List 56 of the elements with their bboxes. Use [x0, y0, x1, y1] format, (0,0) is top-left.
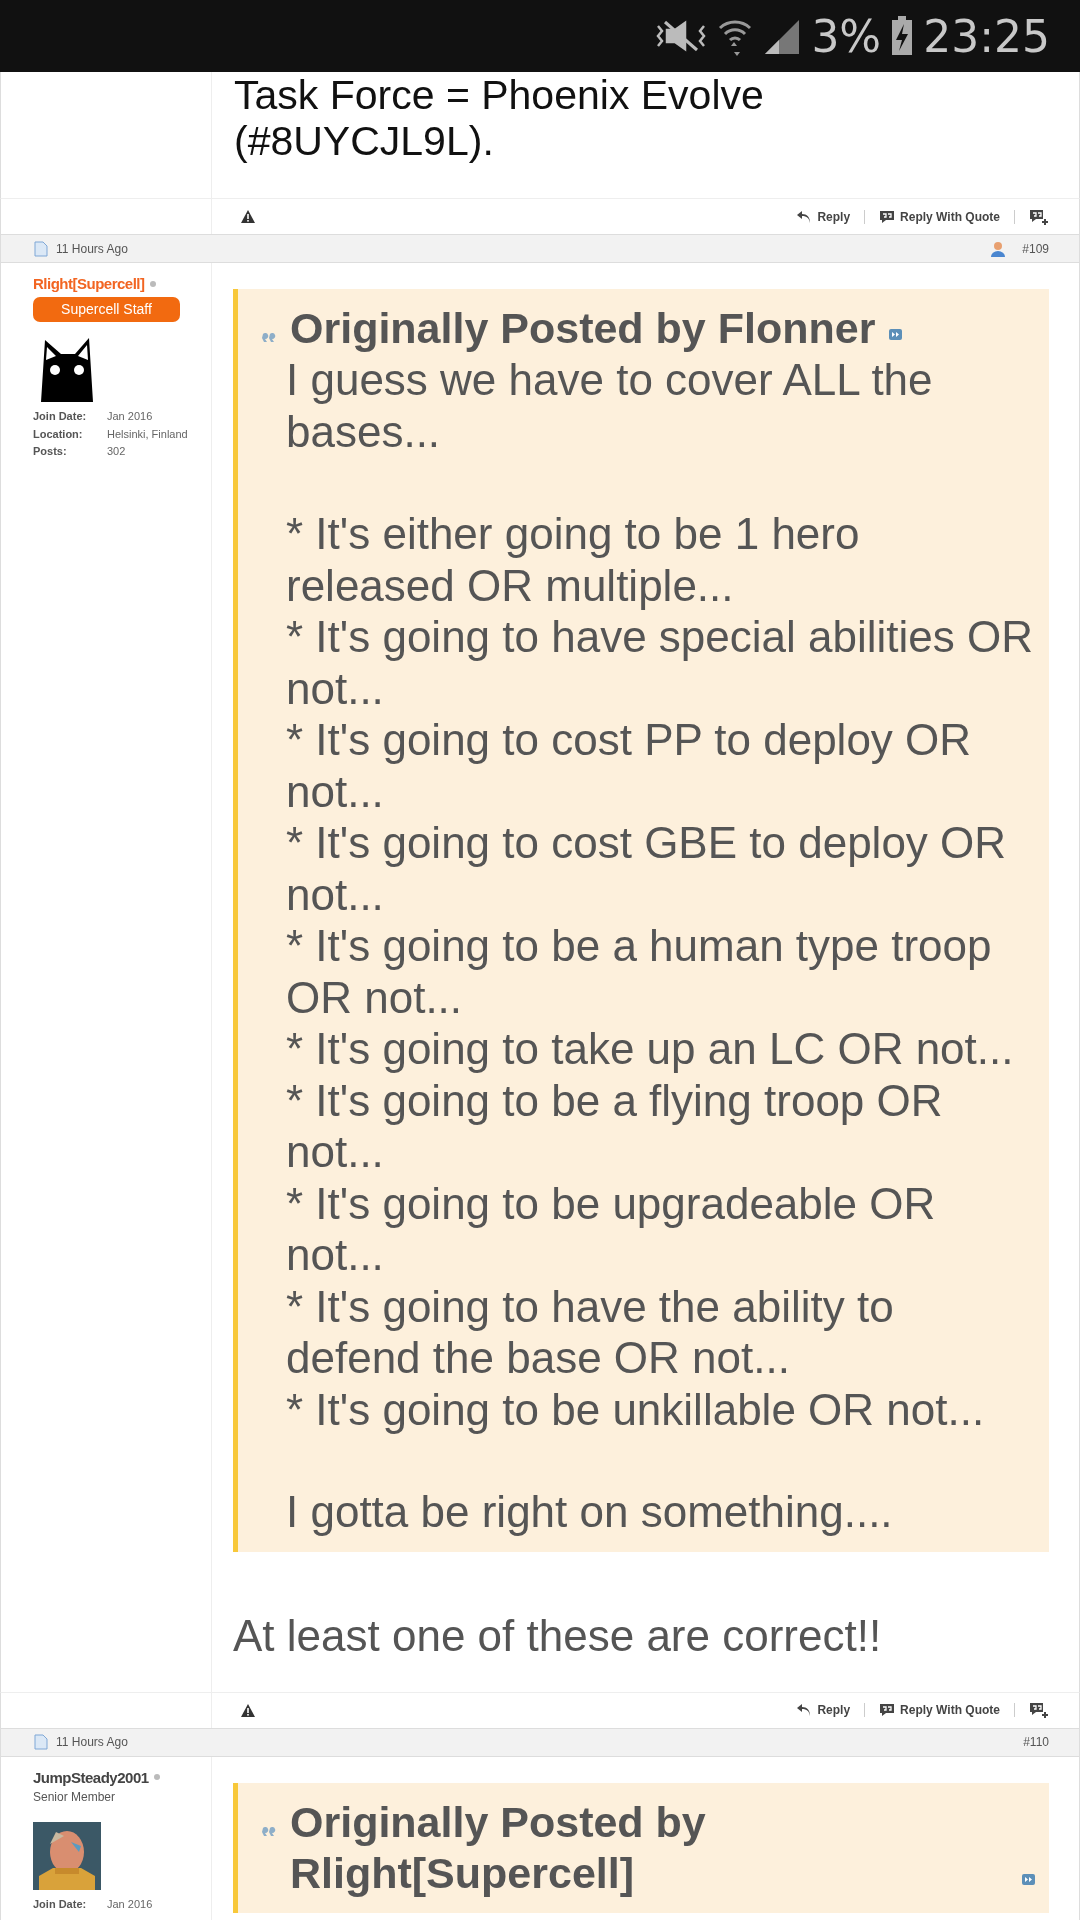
quote-icon	[262, 1824, 276, 1836]
user-title: Senior Member	[33, 1789, 116, 1804]
multi-quote-icon[interactable]	[1029, 208, 1049, 225]
signal-icon	[763, 18, 802, 54]
info-label: Join Date:	[33, 1896, 88, 1912]
post-number-link[interactable]: #110	[1023, 1735, 1049, 1749]
reply-link[interactable]: Reply	[796, 1703, 851, 1717]
reply-link[interactable]: Reply	[796, 209, 851, 224]
info-label: Location:	[33, 426, 84, 442]
post-number-link[interactable]: #109	[1022, 241, 1049, 256]
battery-charging-icon	[891, 16, 914, 56]
quote-text: * It's going to be unkillable OR not...	[286, 1383, 986, 1435]
quote-text: * It's going to be upgradeable OR not...	[286, 1177, 937, 1281]
clock: 23:25	[923, 10, 1050, 62]
quote-text: * It's either going to be 1 hero released OR multiple...	[286, 508, 861, 611]
reply-arrow-icon	[796, 209, 813, 224]
info-value: Jan 2016	[107, 409, 153, 424]
post-text: (#8UYCJL9L).	[234, 118, 495, 164]
reply-with-quote-link[interactable]: Reply With Quote	[879, 1703, 1000, 1717]
info-label: Posts:	[33, 444, 68, 459]
user-title-badge: Supercell Staff	[33, 297, 180, 322]
quote-text: I guess we have to cover ALL the bases...	[286, 354, 934, 457]
document-icon	[34, 240, 48, 257]
document-icon	[34, 1734, 48, 1750]
quote-text: * It's going to have special abilities OR not...	[286, 611, 1034, 714]
quote-text: * It's going to cost PP to deploy OR not...	[286, 714, 973, 817]
quote-text: * It's going to be a human type troop OR not...	[286, 920, 993, 1023]
warning-icon[interactable]	[241, 210, 255, 223]
warning-icon[interactable]	[241, 1703, 255, 1717]
quote-author-heading: Originally Posted by Rlight[Supercell]	[290, 1796, 707, 1899]
post-text: Task Force = Phoenix Evolve	[234, 72, 765, 118]
quote-icon	[262, 331, 276, 342]
quote-bubble-icon	[879, 209, 896, 224]
quote-text: * It's going to take up an LC OR not...	[286, 1023, 1015, 1075]
quote-author-heading: Originally Posted by Flonner	[290, 303, 876, 354]
info-label: Join Date:	[33, 409, 88, 424]
info-value: 302	[107, 444, 126, 459]
multi-quote-icon[interactable]	[1029, 1702, 1049, 1718]
post-time: 11 Hours Ago	[56, 1735, 128, 1749]
quote-text: * It's going to have the ability to defend the base OR not...	[286, 1280, 895, 1384]
view-post-icon[interactable]	[1022, 1873, 1035, 1885]
reply-arrow-icon	[796, 1703, 813, 1717]
info-value: Jan 2016	[107, 1896, 153, 1912]
quote-text: * It's going to cost GBE to deploy OR not...	[286, 817, 1008, 920]
info-value: Helsinki, Finland	[107, 426, 188, 442]
battery-percent: 3%	[811, 10, 882, 62]
quote-bubble-icon	[879, 1703, 896, 1717]
vibrate-mute-icon	[655, 18, 708, 54]
username-link[interactable]: JumpSteady2001	[33, 1768, 149, 1786]
post-time: 11 Hours Ago	[56, 241, 128, 256]
quote-text: * It's going to be a flying troop OR not...	[286, 1074, 944, 1178]
user-icon[interactable]	[990, 240, 1007, 257]
post-message: At least one of these are correct!!	[233, 1609, 883, 1662]
quote-text: I gotta be right on something....	[286, 1486, 894, 1538]
view-post-icon[interactable]	[889, 329, 903, 340]
reply-with-quote-link[interactable]: Reply With Quote	[879, 209, 1000, 224]
